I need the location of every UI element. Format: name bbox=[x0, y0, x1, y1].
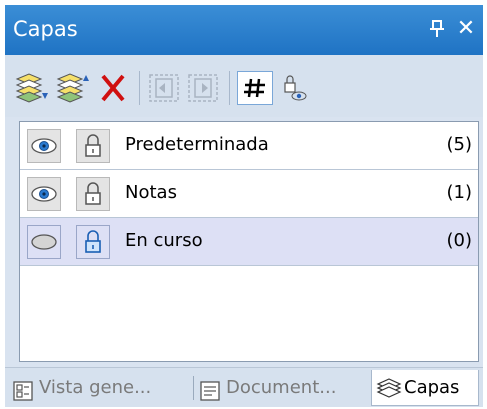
tab-document[interactable]: Document... bbox=[198, 370, 370, 406]
delete-x-icon[interactable] bbox=[95, 71, 131, 105]
layers-toolbar bbox=[5, 55, 483, 117]
layers-down-icon[interactable] bbox=[13, 71, 49, 105]
layer-row[interactable]: Predeterminada (5) bbox=[20, 122, 478, 170]
move-left-icon[interactable] bbox=[147, 71, 183, 105]
lock-view-icon[interactable] bbox=[277, 71, 313, 105]
hidden-eye-icon[interactable] bbox=[27, 225, 61, 259]
panel-tabs: Vista gene... Document... Capas bbox=[5, 367, 483, 407]
tab-capas[interactable]: Capas bbox=[371, 370, 479, 406]
panel-title: Capas bbox=[13, 17, 78, 41]
layers-panel: Capas ✕ Predeterminada (5) Notas (1) En … bbox=[5, 5, 483, 407]
visibility-eye-icon[interactable] bbox=[27, 177, 61, 211]
tab-vista-general[interactable]: Vista gene... bbox=[11, 370, 191, 406]
overview-icon bbox=[13, 378, 33, 401]
layer-row[interactable]: Notas (1) bbox=[20, 170, 478, 218]
layer-row-selected[interactable]: En curso (0) bbox=[20, 218, 478, 266]
layer-name: Predeterminada bbox=[125, 134, 269, 155]
layers-icon bbox=[376, 376, 402, 400]
lock-icon[interactable] bbox=[76, 129, 110, 163]
tab-label: Document... bbox=[226, 377, 337, 398]
document-icon bbox=[200, 378, 220, 401]
grid-toggle-icon[interactable] bbox=[237, 71, 273, 105]
move-right-icon[interactable] bbox=[186, 71, 222, 105]
close-icon[interactable]: ✕ bbox=[454, 15, 478, 43]
tab-label: Vista gene... bbox=[39, 377, 152, 398]
pin-icon[interactable] bbox=[429, 15, 445, 43]
layers-up-icon[interactable] bbox=[54, 71, 90, 105]
tab-separator bbox=[193, 376, 194, 400]
lock-icon[interactable] bbox=[76, 177, 110, 211]
tab-label: Capas bbox=[404, 377, 460, 398]
lock-closed-icon[interactable] bbox=[76, 225, 110, 259]
toolbar-separator bbox=[139, 71, 140, 105]
toolbar-separator bbox=[229, 71, 230, 105]
layer-count: (5) bbox=[446, 134, 473, 155]
layer-count: (0) bbox=[446, 230, 473, 251]
layer-name: Notas bbox=[125, 182, 177, 203]
layer-count: (1) bbox=[446, 182, 473, 203]
layers-list: Predeterminada (5) Notas (1) En curso (0… bbox=[19, 121, 479, 362]
panel-title-bar: Capas ✕ bbox=[5, 5, 483, 55]
visibility-eye-icon[interactable] bbox=[27, 129, 61, 163]
layer-name: En curso bbox=[125, 230, 203, 251]
